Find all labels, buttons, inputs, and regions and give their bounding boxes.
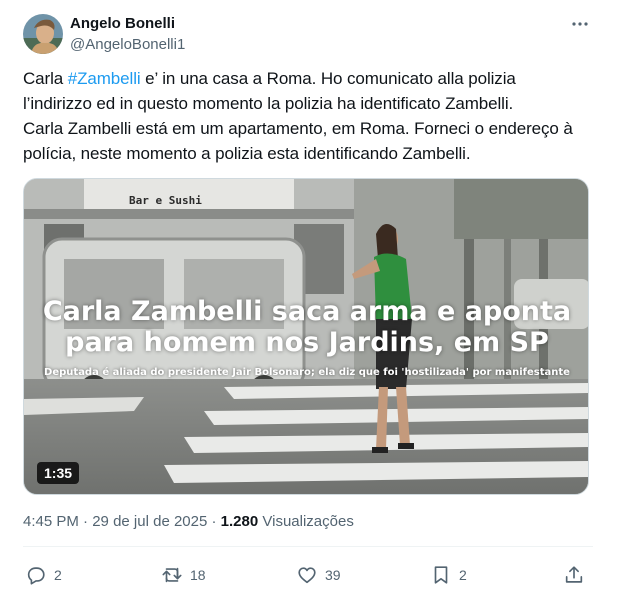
repost-icon (162, 567, 182, 583)
tweet-text: Carla #Zambelli e’ in una casa a Roma. H… (23, 66, 598, 166)
tweet-text-prefix: Carla (23, 69, 68, 88)
avatar[interactable] (23, 14, 63, 54)
heart-icon (298, 567, 316, 584)
author-name[interactable]: Angelo Bonelli (70, 14, 175, 34)
author-handle[interactable]: @AngeloBonelli1 (70, 35, 185, 55)
more-options-button[interactable] (568, 12, 592, 36)
tweet-text-line-4: polícia, neste momento a polizia esta id… (23, 144, 471, 163)
repost-button[interactable]: 18 (161, 563, 206, 587)
reply-icon (27, 567, 45, 585)
video-player[interactable]: Bar e Sushi Carla Zambelli saca arma e a… (23, 178, 589, 495)
meta-separator: · (78, 513, 93, 530)
video-duration-badge: 1:35 (37, 462, 80, 484)
tweet-text-line-3: Carla Zambelli está em um apartamento, e… (23, 119, 573, 138)
avatar-image (23, 14, 63, 54)
hashtag-link[interactable]: #Zambelli (68, 69, 141, 88)
bookmark-icon (434, 566, 448, 584)
divider (23, 546, 593, 547)
video-headline-line-1: Carla Zambelli saca arma e aponta (42, 296, 572, 327)
reply-count: 2 (54, 567, 62, 583)
share-button[interactable] (563, 563, 585, 587)
share-icon (565, 566, 583, 583)
tweet-date[interactable]: 29 de jul de 2025 (92, 513, 207, 530)
tweet-meta: 4:45 PM · 29 de jul de 2025 · 1.280 Visu… (23, 512, 354, 532)
store-sign-text: Bar e Sushi (129, 194, 202, 207)
tweet-text-line-2: l’indirizzo ed in questo momento la poli… (23, 94, 514, 113)
like-button[interactable]: 39 (296, 563, 341, 587)
like-count: 39 (325, 567, 341, 583)
tweet-card: Angelo Bonelli @AngeloBonelli1 Carla #Za… (0, 0, 618, 610)
store-sign: Bar e Sushi (129, 194, 202, 207)
tweet-time[interactable]: 4:45 PM (23, 513, 79, 530)
video-subline: Deputada é aliada do presidente Jair Bol… (44, 367, 570, 378)
views-count: 1.280 (220, 513, 259, 530)
repost-count: 18 (190, 567, 206, 583)
reply-button[interactable]: 2 (25, 563, 62, 587)
meta-separator: · (207, 513, 221, 530)
video-headline-line-2: para homem nos Jardins, em SP (65, 327, 549, 358)
views-label: Visualizações (258, 513, 354, 530)
bookmark-count: 2 (459, 567, 467, 583)
tweet-text-line-1: Carla #Zambelli e’ in una casa a Roma. H… (23, 66, 598, 91)
tweet-text-suffix: e’ in una casa a Roma. Ho comunicato all… (140, 69, 516, 88)
bookmark-button[interactable]: 2 (430, 563, 467, 587)
more-horizontal-icon (572, 22, 588, 26)
